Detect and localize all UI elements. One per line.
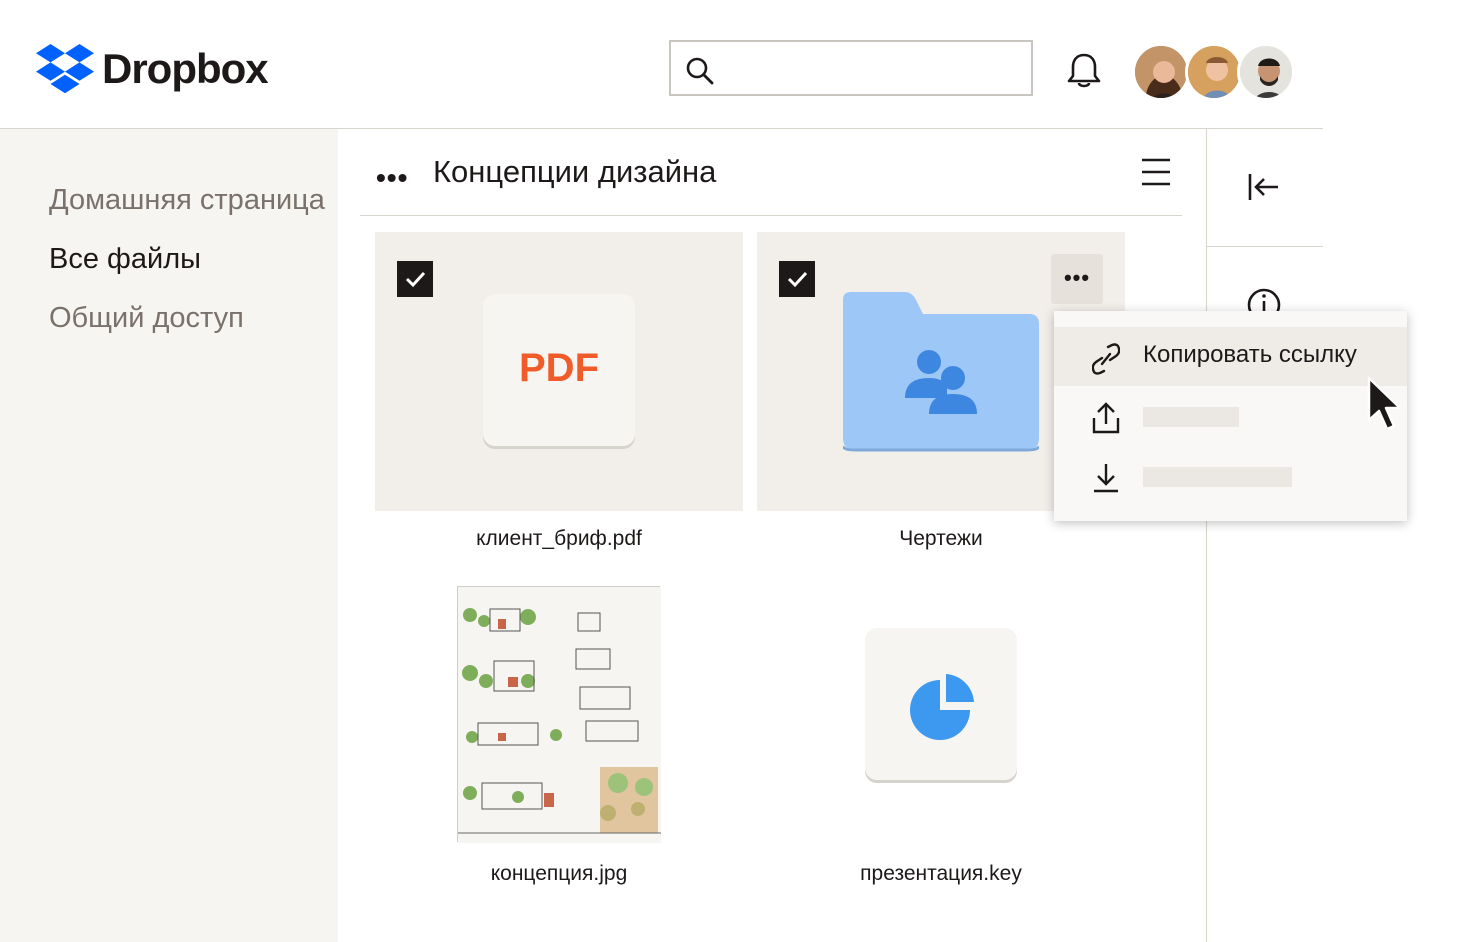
shared-folder-icon bbox=[843, 292, 1039, 452]
architectural-sketch-image bbox=[458, 587, 661, 843]
avatar[interactable] bbox=[1237, 43, 1295, 101]
pie-chart-icon bbox=[910, 674, 974, 740]
page-title: Концепции дизайна bbox=[433, 154, 717, 189]
view-menu-icon[interactable] bbox=[1141, 157, 1171, 187]
checkmark-icon bbox=[787, 271, 808, 288]
right-panel-separator bbox=[1207, 246, 1323, 247]
brand-name: Dropbox bbox=[102, 45, 269, 92]
file-tile-pdf[interactable]: PDF bbox=[375, 232, 743, 511]
person-icon bbox=[1240, 46, 1292, 98]
sidebar-item-home[interactable]: Домашняя страница bbox=[49, 184, 325, 217]
search-field[interactable] bbox=[725, 50, 1019, 88]
checkmark-icon bbox=[405, 271, 426, 288]
link-icon bbox=[1092, 343, 1120, 375]
bell-icon[interactable] bbox=[1066, 52, 1102, 90]
pdf-file-icon: PDF bbox=[483, 294, 635, 446]
avatar[interactable] bbox=[1132, 43, 1190, 101]
dropbox-icon bbox=[36, 44, 94, 94]
menu-item-placeholder bbox=[1143, 407, 1239, 427]
file-name[interactable]: концепция.jpg bbox=[375, 862, 743, 886]
image-thumbnail[interactable] bbox=[457, 586, 661, 843]
person-icon bbox=[1188, 46, 1240, 98]
menu-item-copy-link[interactable]: Копировать ссылку bbox=[1054, 327, 1407, 386]
menu-item-placeholder bbox=[1143, 467, 1292, 487]
dropbox-logo[interactable]: Dropbox bbox=[36, 44, 269, 94]
menu-item-label: Копировать ссылку bbox=[1143, 341, 1357, 368]
keynote-file-icon[interactable] bbox=[865, 628, 1017, 780]
sidebar-item-shared[interactable]: Общий доступ bbox=[49, 302, 244, 335]
title-divider bbox=[360, 215, 1182, 216]
breadcrumb-more-button[interactable]: ••• bbox=[376, 162, 408, 194]
checkbox[interactable] bbox=[397, 261, 433, 297]
more-dots: ••• bbox=[1063, 265, 1091, 290]
sidebar-item-all-files[interactable]: Все файлы bbox=[49, 243, 201, 276]
pdf-label: PDF bbox=[519, 346, 599, 390]
collapse-panel-icon[interactable] bbox=[1246, 170, 1280, 204]
avatar[interactable] bbox=[1185, 43, 1243, 101]
menu-item-download[interactable] bbox=[1054, 446, 1407, 506]
file-name[interactable]: Чертежи bbox=[757, 527, 1125, 551]
cursor-icon bbox=[1367, 376, 1402, 431]
search-icon bbox=[686, 57, 714, 85]
context-menu: Копировать ссылку bbox=[1054, 311, 1407, 521]
file-name[interactable]: клиент_бриф.pdf bbox=[375, 527, 743, 551]
right-panel-divider bbox=[1206, 129, 1207, 942]
search-input[interactable] bbox=[669, 40, 1033, 96]
menu-item-share[interactable] bbox=[1054, 386, 1407, 446]
file-name[interactable]: презентация.key bbox=[757, 862, 1125, 886]
person-icon bbox=[1135, 46, 1187, 98]
share-icon bbox=[1092, 402, 1120, 434]
download-icon bbox=[1094, 464, 1118, 493]
checkbox[interactable] bbox=[779, 261, 815, 297]
more-options-button[interactable]: ••• bbox=[1051, 254, 1103, 304]
